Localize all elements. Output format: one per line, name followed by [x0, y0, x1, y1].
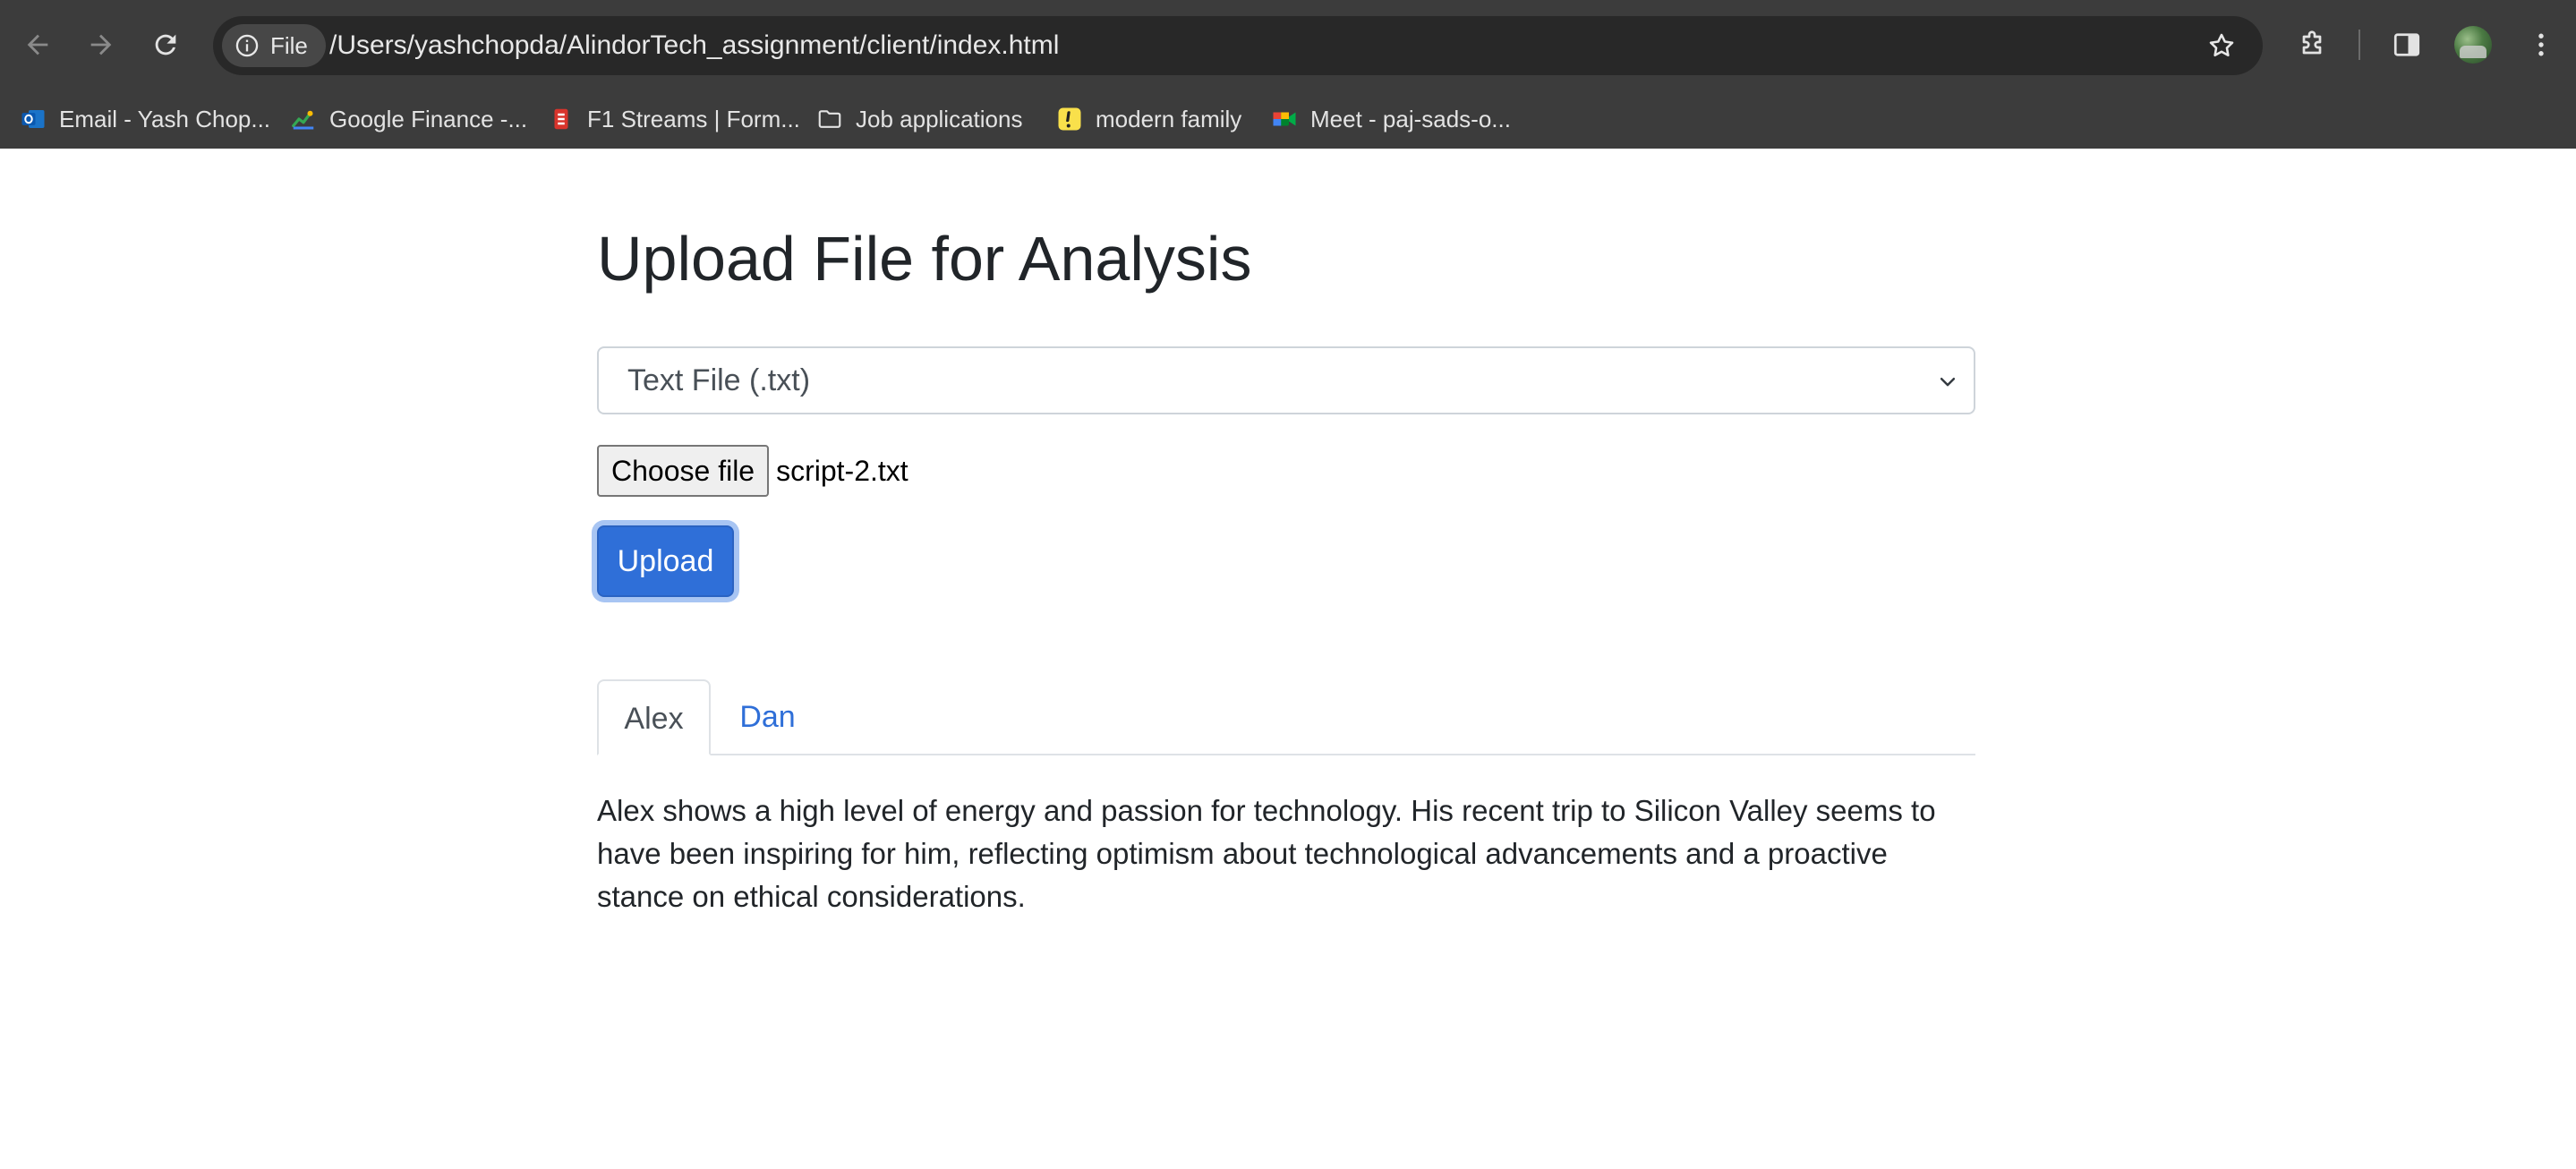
puzzle-icon — [2302, 30, 2322, 55]
bookmark-f1-streams[interactable]: F1 Streams | Form... — [548, 98, 800, 140]
f1-streams-icon — [548, 106, 575, 132]
google-finance-icon — [290, 106, 317, 132]
bookmark-star-button[interactable] — [2200, 24, 2243, 67]
choose-file-button[interactable]: Choose file — [597, 445, 770, 497]
bookmark-label: F1 Streams | Form... — [587, 105, 800, 132]
bookmark-label: Email - Yash Chop... — [59, 105, 271, 132]
bookmark-label: modern family — [1096, 105, 1242, 132]
bookmark-email[interactable]: Email - Yash Chop... — [20, 98, 270, 140]
browser-chrome: File /Users/yashchopda/AlindorTech_assig… — [0, 0, 2576, 149]
exclamation-icon — [1056, 106, 1083, 132]
reload-icon — [155, 34, 176, 55]
arrow-right-icon — [90, 34, 112, 55]
reload-button[interactable] — [144, 23, 187, 66]
info-icon — [235, 34, 259, 57]
page-title: Upload File for Analysis — [597, 224, 1252, 294]
more-vert-icon — [2538, 33, 2544, 56]
chevron-down-icon — [1940, 378, 1956, 387]
site-info-chip[interactable]: File — [222, 24, 326, 67]
side-panel-button[interactable] — [2385, 23, 2428, 66]
side-panel-icon — [2393, 33, 2420, 56]
url-text[interactable]: /Users/yashchopda/AlindorTech_assignment… — [329, 16, 1059, 75]
arrow-left-icon — [27, 34, 48, 55]
extensions-button[interactable] — [2290, 23, 2333, 66]
folder-icon — [816, 106, 843, 132]
speaker-tabs: Alex Dan — [597, 679, 1975, 755]
outlook-icon — [20, 106, 47, 132]
bookmark-label: Google Finance -... — [329, 105, 528, 132]
forward-button[interactable] — [80, 23, 123, 66]
bookmarks-bar: Email - Yash Chop... Google Finance -... — [0, 90, 2576, 149]
tab-alex[interactable]: Alex — [597, 679, 711, 755]
site-info-label: File — [270, 31, 308, 59]
toolbar-divider — [2358, 30, 2360, 60]
back-button[interactable] — [16, 23, 59, 66]
tab-dan[interactable]: Dan — [711, 679, 824, 755]
bookmark-google-meet[interactable]: Meet - paj-sads-o... — [1271, 98, 1511, 140]
page-content: Upload File for Analysis Text File (.txt… — [0, 149, 2576, 1169]
bookmark-job-applications[interactable]: Job applications — [816, 98, 1022, 140]
browser-toolbar: File /Users/yashchopda/AlindorTech_assig… — [0, 0, 2576, 90]
bookmark-google-finance[interactable]: Google Finance -... — [290, 98, 527, 140]
file-input: Choose file script-2.txt — [597, 445, 908, 497]
file-type-selected-value: Text File (.txt) — [627, 363, 811, 397]
browser-menu-button[interactable] — [2520, 23, 2563, 66]
bookmark-label: Job applications — [856, 105, 1023, 132]
avatar[interactable] — [2454, 26, 2492, 64]
star-icon — [2209, 33, 2234, 57]
file-type-select[interactable]: Text File (.txt) — [597, 346, 1975, 414]
google-meet-icon — [1271, 106, 1298, 132]
bookmark-label: Meet - paj-sads-o... — [1310, 105, 1511, 132]
bookmark-modern-family[interactable]: modern family — [1056, 98, 1241, 140]
selected-file-name: script-2.txt — [776, 454, 908, 487]
address-bar[interactable]: File /Users/yashchopda/AlindorTech_assig… — [213, 16, 2263, 75]
upload-button[interactable]: Upload — [597, 525, 734, 597]
analysis-text: Alex shows a high level of energy and pa… — [597, 794, 1936, 913]
